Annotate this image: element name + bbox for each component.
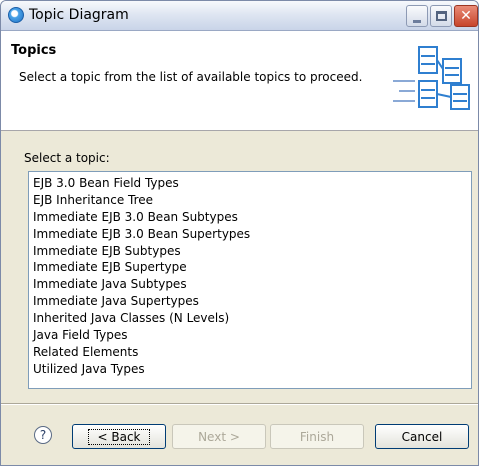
list-item[interactable]: Related Elements	[33, 344, 471, 361]
header-description: Select a topic from the list of availabl…	[19, 70, 363, 84]
close-button[interactable]: ✕	[454, 5, 478, 27]
header-title: Topics	[11, 43, 57, 58]
help-icon: ?	[39, 428, 47, 442]
list-item[interactable]: Immediate Java Supertypes	[33, 293, 471, 310]
back-button[interactable]: < Back	[72, 424, 166, 449]
list-item[interactable]: Immediate EJB 3.0 Bean Subtypes	[33, 209, 471, 226]
select-topic-label: Select a topic:	[24, 151, 110, 165]
cancel-button-label: Cancel	[401, 429, 443, 444]
next-button-label: Next >	[198, 429, 240, 444]
close-icon: ✕	[460, 8, 472, 24]
topic-diagram-banner-icon	[393, 46, 470, 110]
app-icon	[8, 7, 24, 23]
list-item[interactable]: Immediate EJB Subtypes	[33, 243, 471, 260]
list-item[interactable]: Immediate EJB 3.0 Bean Supertypes	[33, 226, 471, 243]
list-item[interactable]: Java Field Types	[33, 327, 471, 344]
cancel-button[interactable]: Cancel	[375, 424, 469, 449]
list-item[interactable]: EJB 3.0 Bean Field Types	[33, 175, 471, 192]
list-item[interactable]: Utilized Java Types	[33, 361, 471, 378]
maximize-icon	[435, 11, 447, 21]
button-bar-separator	[1, 403, 478, 405]
next-button[interactable]: Next >	[172, 424, 266, 449]
maximize-button[interactable]	[430, 5, 452, 27]
finish-button-label: Finish	[299, 429, 335, 444]
list-item[interactable]: EJB Inheritance Tree	[33, 192, 471, 209]
help-button[interactable]: ?	[34, 426, 52, 444]
list-item[interactable]: Immediate Java Subtypes	[33, 276, 471, 293]
list-item[interactable]: Immediate EJB Supertype	[33, 259, 471, 276]
minimize-button[interactable]	[406, 5, 428, 27]
title-bar[interactable]: Topic Diagram ✕	[1, 1, 478, 31]
list-item[interactable]: Inherited Java Classes (N Levels)	[33, 310, 471, 327]
dialog-header: Topics Select a topic from the list of a…	[1, 31, 478, 131]
topic-list[interactable]: EJB 3.0 Bean Field Types EJB Inheritance…	[28, 171, 472, 389]
back-button-label: < Back	[88, 428, 150, 445]
finish-button[interactable]: Finish	[270, 424, 364, 449]
minimize-icon	[413, 19, 421, 23]
window-title: Topic Diagram	[29, 7, 129, 23]
topic-diagram-dialog: Topic Diagram ✕ Topics Select a topic fr…	[0, 0, 479, 466]
